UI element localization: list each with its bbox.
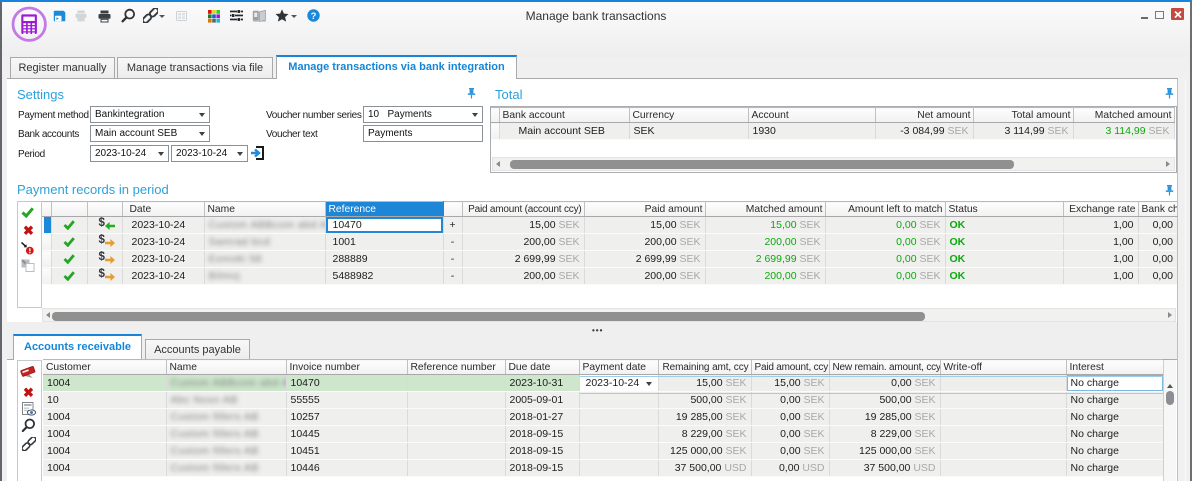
svg-text:?: ?	[310, 11, 316, 22]
